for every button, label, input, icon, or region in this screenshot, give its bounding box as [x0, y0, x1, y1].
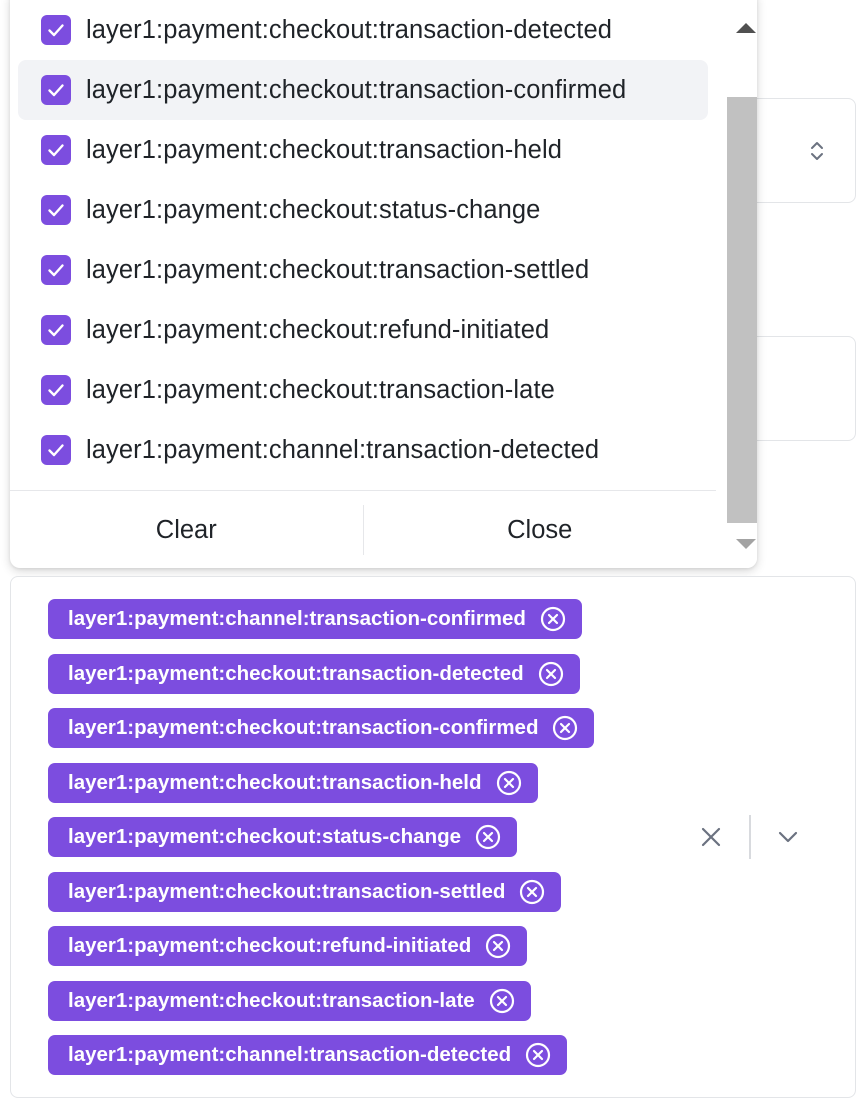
- option-checkbox[interactable]: [41, 435, 71, 465]
- selected-chip: layer1:payment:checkout:refund-initiated: [48, 926, 528, 966]
- circle-x-icon[interactable]: [474, 823, 502, 851]
- option-item[interactable]: layer1:payment:channel:transaction-detec…: [18, 420, 708, 480]
- selected-chip: layer1:payment:checkout:status-change: [48, 817, 518, 857]
- circle-x-icon[interactable]: [484, 932, 512, 960]
- scroll-up-arrow-icon[interactable]: [736, 22, 756, 34]
- chevron-up-down-icon: [811, 142, 823, 160]
- page: layer1:payment:checkout:transaction-dete…: [0, 0, 865, 1110]
- close-button[interactable]: Close: [364, 491, 717, 568]
- option-item[interactable]: layer1:payment:checkout:transaction-conf…: [18, 60, 708, 120]
- option-item[interactable]: layer1:payment:checkout:status-change: [18, 180, 708, 240]
- dropdown-footer: Clear Close: [10, 490, 716, 568]
- circle-x-icon[interactable]: [524, 1041, 552, 1069]
- option-checkbox[interactable]: [41, 195, 71, 225]
- option-list: layer1:payment:checkout:transaction-dete…: [10, 0, 716, 480]
- scrollbar-thumb[interactable]: [727, 97, 757, 523]
- checkmark-icon: [48, 204, 64, 217]
- chip-label: layer1:payment:channel:transaction-confi…: [68, 607, 526, 630]
- option-item[interactable]: layer1:payment:checkout:transaction-dete…: [18, 0, 708, 60]
- option-item[interactable]: layer1:payment:checkout:transaction-late: [18, 360, 708, 420]
- selected-chip: layer1:payment:channel:transaction-detec…: [48, 1035, 568, 1075]
- circle-x-icon[interactable]: [495, 769, 523, 797]
- selected-chip: layer1:payment:channel:transaction-confi…: [48, 599, 582, 639]
- multiselect-value-container[interactable]: layer1:payment:channel:transaction-confi…: [10, 576, 856, 1098]
- option-checkbox[interactable]: [41, 255, 71, 285]
- option-label: layer1:payment:checkout:transaction-late: [86, 375, 555, 404]
- selected-chip-list: layer1:payment:channel:transaction-confi…: [48, 599, 595, 1090]
- circle-x-icon[interactable]: [518, 878, 546, 906]
- circle-x-icon[interactable]: [539, 605, 567, 633]
- option-label: layer1:payment:checkout:transaction-dete…: [86, 15, 613, 44]
- chip-label: layer1:payment:checkout:transaction-held: [68, 770, 482, 794]
- selected-chip: layer1:payment:checkout:transaction-sett…: [48, 871, 562, 912]
- checkmark-icon: [48, 384, 64, 397]
- option-checkbox[interactable]: [41, 315, 71, 345]
- selected-chip: layer1:payment:checkout:transaction-held: [48, 762, 538, 803]
- circle-x-icon[interactable]: [551, 714, 579, 742]
- scroll-down-arrow-icon[interactable]: [736, 538, 756, 550]
- option-checkbox[interactable]: [41, 15, 71, 45]
- option-item[interactable]: layer1:payment:checkout:transaction-held: [18, 120, 708, 180]
- chip-label: layer1:payment:checkout:refund-initiated: [68, 934, 472, 957]
- option-label: layer1:payment:checkout:transaction-held: [86, 135, 563, 164]
- chip-label: layer1:payment:checkout:transaction-conf…: [68, 716, 539, 739]
- chip-label: layer1:payment:checkout:transaction-dete…: [68, 661, 524, 685]
- option-item[interactable]: layer1:payment:checkout:refund-initiated: [18, 300, 708, 360]
- clear-button[interactable]: Clear: [10, 491, 363, 568]
- option-label: layer1:payment:channel:transaction-detec…: [86, 435, 600, 464]
- close-icon[interactable]: [699, 825, 723, 849]
- dropdown-scrollbar[interactable]: [727, 0, 757, 568]
- selected-chip: layer1:payment:checkout:transaction-late: [48, 980, 531, 1021]
- chip-label: layer1:payment:checkout:transaction-sett…: [68, 879, 506, 903]
- chip-label: layer1:payment:channel:transaction-detec…: [68, 1043, 512, 1066]
- selected-chip: layer1:payment:checkout:transaction-dete…: [48, 653, 580, 694]
- checkmark-icon: [48, 264, 64, 277]
- chip-label: layer1:payment:checkout:transaction-late: [68, 988, 475, 1012]
- circle-x-icon[interactable]: [488, 987, 516, 1015]
- option-checkbox[interactable]: [41, 375, 71, 405]
- checkmark-icon: [48, 444, 64, 457]
- selected-chip: layer1:payment:checkout:transaction-conf…: [48, 708, 595, 748]
- option-label: layer1:payment:checkout:status-change: [86, 195, 541, 224]
- checkmark-icon: [48, 324, 64, 337]
- chip-label: layer1:payment:checkout:status-change: [68, 825, 462, 848]
- multiselect-dropdown-panel: layer1:payment:checkout:transaction-dete…: [10, 0, 757, 568]
- checkmark-icon: [48, 144, 64, 157]
- option-item[interactable]: layer1:payment:checkout:transaction-sett…: [18, 240, 708, 300]
- option-label: layer1:payment:checkout:transaction-sett…: [86, 255, 590, 284]
- option-label: layer1:payment:checkout:transaction-conf…: [86, 75, 627, 104]
- option-label: layer1:payment:checkout:refund-initiated: [86, 315, 550, 344]
- circle-x-icon[interactable]: [537, 660, 565, 688]
- checkmark-icon: [48, 84, 64, 97]
- chevron-down-icon[interactable]: [776, 827, 800, 847]
- checkmark-icon: [48, 24, 64, 37]
- indicator-separator: [749, 815, 751, 859]
- option-checkbox[interactable]: [41, 75, 71, 105]
- option-checkbox[interactable]: [41, 135, 71, 165]
